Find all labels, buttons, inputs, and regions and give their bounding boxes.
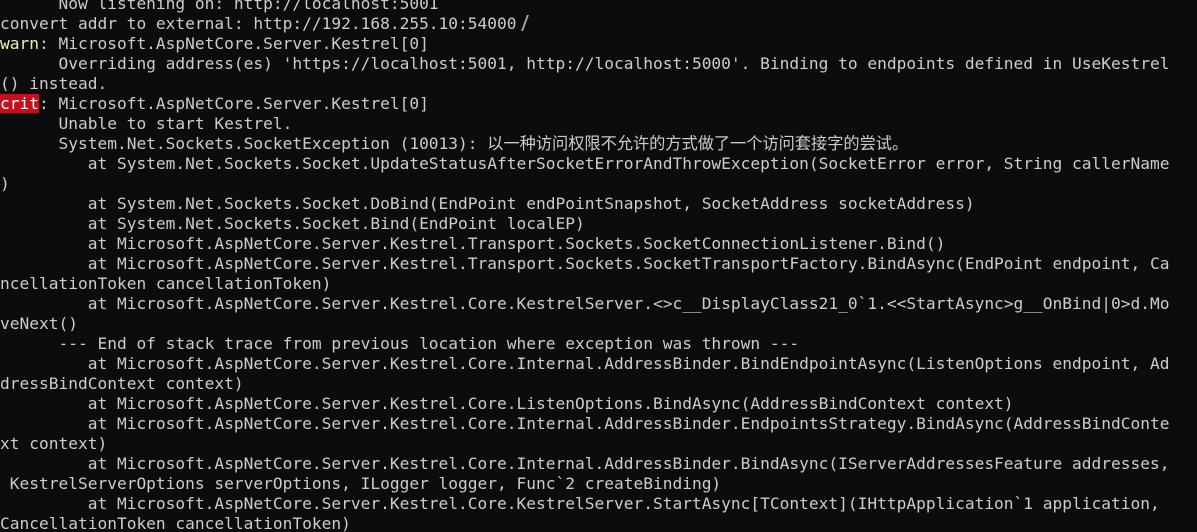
console-line-text: ) <box>0 174 10 193</box>
console-line: ncellationToken cancellationToken) <box>0 274 1197 294</box>
console-line-text: veNext() <box>0 314 78 333</box>
console-line: System.Net.Sockets.SocketException (1001… <box>0 134 1197 154</box>
console-line: at System.Net.Sockets.Socket.UpdateStatu… <box>0 154 1197 174</box>
console-line: at Microsoft.AspNetCore.Server.Kestrel.C… <box>0 494 1197 514</box>
console-line-text: Unable to start Kestrel. <box>0 114 293 133</box>
console-line-text: () instead. <box>0 74 108 93</box>
console-line: xt context) <box>0 434 1197 454</box>
console-line-text: at Microsoft.AspNetCore.Server.Kestrel.C… <box>0 414 1170 433</box>
console-line-text: : Microsoft.AspNetCore.Server.Kestrel[0] <box>38 34 429 53</box>
console-line: veNext() <box>0 314 1197 334</box>
console-line-text: Overriding address(es) 'https://localhos… <box>0 54 1170 73</box>
console-line: --- End of stack trace from previous loc… <box>0 334 1197 354</box>
console-line-text: convert addr to external: http://192.168… <box>0 14 517 33</box>
console-line: Now listening on: http://localhost:5001 <box>0 0 1197 14</box>
console-line-text: at Microsoft.AspNetCore.Server.Kestrel.T… <box>0 254 1170 273</box>
console-line-text: --- End of stack trace from previous loc… <box>0 334 800 353</box>
crit-log-level: crit <box>0 94 39 113</box>
console-line-text: CancellationToken cancellationToken) <box>0 514 351 532</box>
console-line: at Microsoft.AspNetCore.Server.Kestrel.C… <box>0 354 1197 374</box>
console-line: crit: Microsoft.AspNetCore.Server.Kestre… <box>0 94 1197 114</box>
console-line-text: at Microsoft.AspNetCore.Server.Kestrel.C… <box>0 454 1170 473</box>
console-line: Overriding address(es) 'https://localhos… <box>0 54 1197 74</box>
console-line-text: KestrelServerOptions serverOptions, ILog… <box>0 474 722 493</box>
console-line: () instead. <box>0 74 1197 94</box>
console-line-text: dressBindContext context) <box>0 374 244 393</box>
warn-log-level: warn <box>0 34 39 53</box>
console-line-text: at Microsoft.AspNetCore.Server.Kestrel.C… <box>0 354 1170 373</box>
console-line: ) <box>0 174 1197 194</box>
console-output[interactable]: Now listening on: http://localhost:5001 c… <box>0 0 1197 532</box>
console-line: dressBindContext context) <box>0 374 1197 394</box>
console-line: at Microsoft.AspNetCore.Server.Kestrel.C… <box>0 394 1197 414</box>
console-line-text: ncellationToken cancellationToken) <box>0 274 332 293</box>
console-line-text: System.Net.Sockets.SocketException (1001… <box>0 134 909 153</box>
console-line: at System.Net.Sockets.Socket.Bind(EndPoi… <box>0 214 1197 234</box>
console-line: at Microsoft.AspNetCore.Server.Kestrel.T… <box>0 234 1197 254</box>
console-line: at Microsoft.AspNetCore.Server.Kestrel.C… <box>0 454 1197 474</box>
console-line: convert addr to external: http://192.168… <box>0 14 1197 34</box>
console-line-text: at Microsoft.AspNetCore.Server.Kestrel.C… <box>0 394 1014 413</box>
console-line: CancellationToken cancellationToken) <box>0 514 1197 532</box>
console-line-text: at System.Net.Sockets.Socket.Bind(EndPoi… <box>0 214 585 233</box>
console-line: Unable to start Kestrel. <box>0 114 1197 134</box>
console-line: at Microsoft.AspNetCore.Server.Kestrel.T… <box>0 254 1197 274</box>
console-line-text: at Microsoft.AspNetCore.Server.Kestrel.C… <box>0 294 1170 313</box>
console-line: at System.Net.Sockets.Socket.DoBind(EndP… <box>0 194 1197 214</box>
console-line-text: at Microsoft.AspNetCore.Server.Kestrel.C… <box>0 494 1160 513</box>
console-line-text: xt context) <box>0 434 108 453</box>
console-line: at Microsoft.AspNetCore.Server.Kestrel.C… <box>0 294 1197 314</box>
console-line: warn: Microsoft.AspNetCore.Server.Kestre… <box>0 34 1197 54</box>
console-line-text: at Microsoft.AspNetCore.Server.Kestrel.T… <box>0 234 946 253</box>
console-line: at Microsoft.AspNetCore.Server.Kestrel.C… <box>0 414 1197 434</box>
console-line-text: : Microsoft.AspNetCore.Server.Kestrel[0] <box>38 94 429 113</box>
console-line-text: at System.Net.Sockets.Socket.DoBind(EndP… <box>0 194 975 213</box>
console-line-text: at System.Net.Sockets.Socket.UpdateStatu… <box>0 154 1170 173</box>
console-line-text: Now listening on: http://localhost:5001 <box>0 0 439 13</box>
console-line: KestrelServerOptions serverOptions, ILog… <box>0 474 1197 494</box>
